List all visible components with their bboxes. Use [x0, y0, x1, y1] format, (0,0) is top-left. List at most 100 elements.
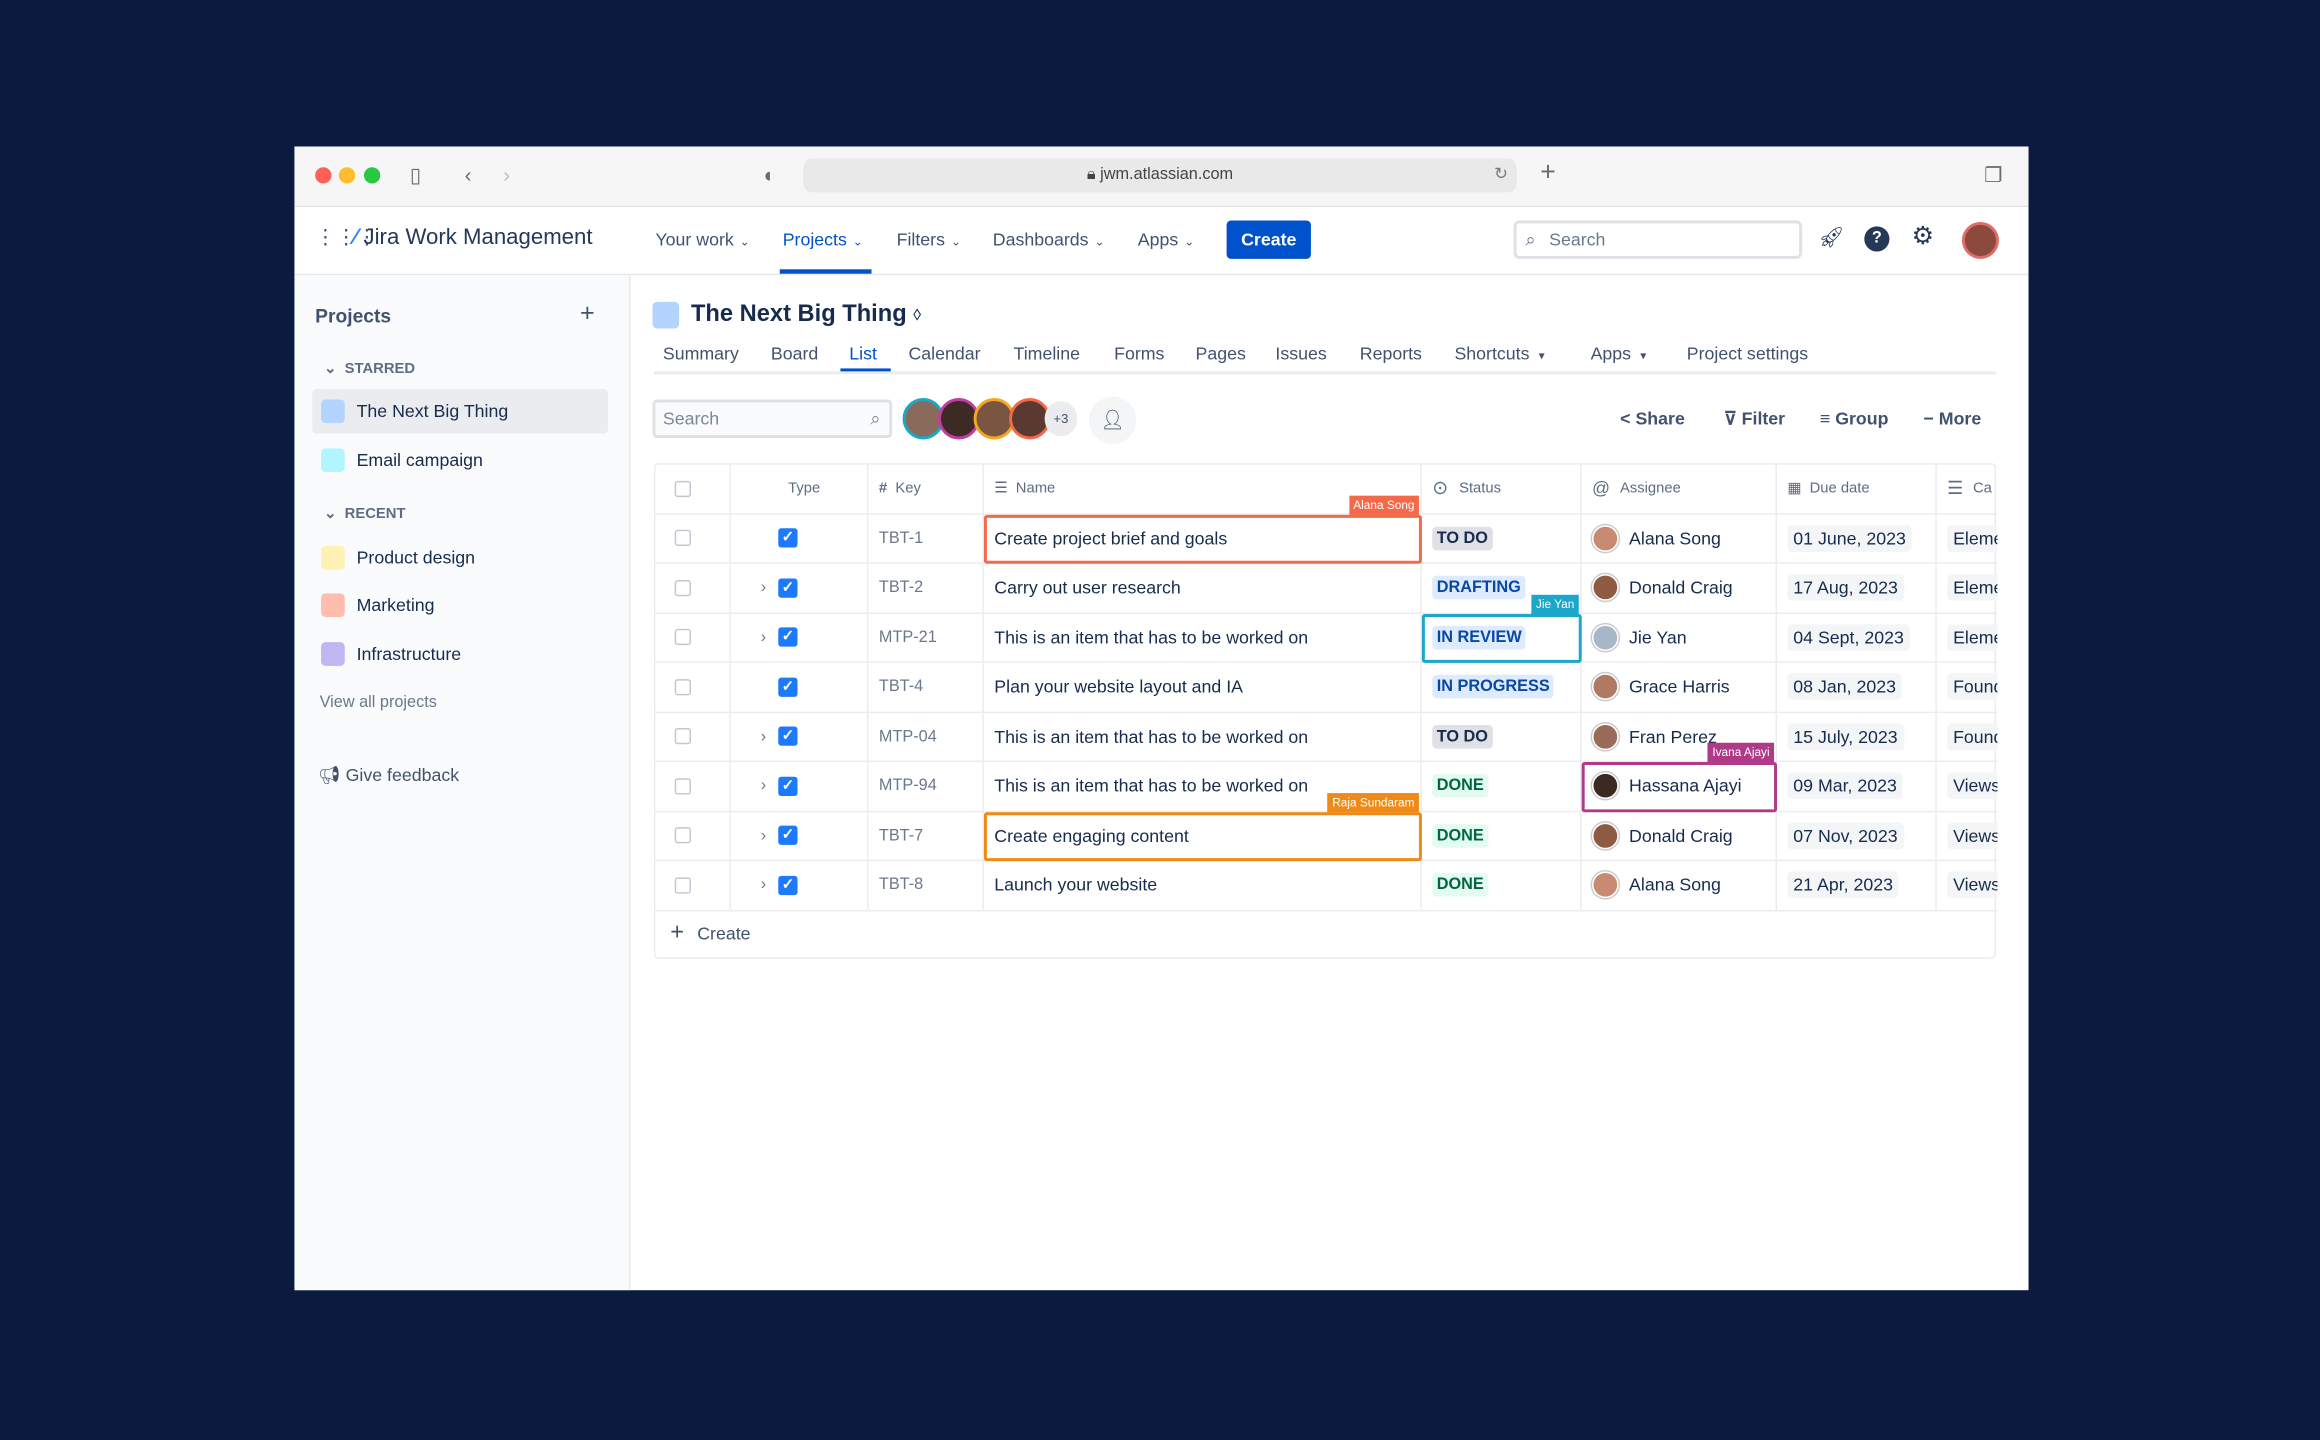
category-value[interactable]: Found — [1947, 673, 1998, 701]
assignee-cell[interactable]: Hassana Ajayi — [1582, 761, 1777, 811]
assignee-cell[interactable]: Jie Yan — [1582, 613, 1777, 662]
issue-name[interactable]: Plan your website layout and IA — [984, 662, 1422, 711]
status-lozenge[interactable]: TO DO — [1432, 526, 1493, 551]
tab-timeline[interactable]: Timeline — [1014, 343, 1080, 364]
table-row[interactable]: ✓ TBT-1 Create project brief and goals T… — [655, 514, 1998, 564]
issue-name[interactable]: Create engaging content — [984, 811, 1422, 860]
more-button[interactable]: − More — [1923, 408, 1981, 429]
assignee-cell[interactable]: Alana Song — [1582, 514, 1777, 563]
new-tab-icon[interactable]: + — [1540, 157, 1556, 188]
maximize-window-button[interactable] — [363, 167, 381, 184]
assignee-cell[interactable]: Donald Craig — [1582, 811, 1777, 860]
due-date[interactable]: 08 Jan, 2023 — [1787, 673, 1902, 701]
nav-filters[interactable]: Filters ⌄ — [897, 229, 961, 250]
sidebar-item-product-design[interactable]: Product design — [312, 536, 608, 580]
category-value[interactable]: Views — [1947, 822, 1998, 849]
expand-chevron-icon[interactable]: › — [749, 628, 779, 646]
create-button[interactable]: Create — [1226, 220, 1311, 259]
nav-your-work[interactable]: Your work ⌄ — [655, 229, 749, 250]
row-checkbox[interactable] — [674, 530, 691, 547]
row-checkbox[interactable] — [674, 728, 691, 745]
tab-issues[interactable]: Issues — [1275, 343, 1326, 364]
tab-summary[interactable]: Summary — [663, 343, 739, 364]
status-lozenge[interactable]: TO DO — [1432, 724, 1493, 749]
tab-calendar[interactable]: Calendar — [908, 343, 980, 364]
issue-key[interactable]: TBT-7 — [869, 811, 984, 860]
status-lozenge[interactable]: DONE — [1432, 823, 1489, 848]
table-row[interactable]: › ✓ MTP-04 This is an item that has to be… — [655, 712, 1998, 762]
status-lozenge[interactable]: DONE — [1432, 873, 1489, 898]
nav-projects[interactable]: Projects ⌄ — [783, 229, 863, 250]
header-key[interactable]: # Key — [869, 464, 984, 513]
settings-icon[interactable]: ⚙ — [1912, 222, 1935, 252]
issue-key[interactable]: TBT-4 — [869, 662, 984, 711]
header-type[interactable]: Type — [731, 464, 869, 513]
list-search-input[interactable]: Search ⌕ — [652, 399, 893, 438]
sidebar-item-infrastructure[interactable]: Infrastructure — [312, 632, 608, 676]
status-lozenge[interactable]: DONE — [1432, 774, 1489, 798]
tab-board[interactable]: Board — [771, 343, 818, 364]
issue-key[interactable]: MTP-94 — [869, 761, 984, 811]
issue-name[interactable]: This is an item that has to be worked on — [984, 712, 1422, 761]
tab-reports[interactable]: Reports — [1360, 343, 1422, 364]
shield-icon[interactable]: ◐ — [763, 163, 776, 187]
sidebar-item-the-next-big-thing[interactable]: The Next Big Thing — [312, 389, 609, 434]
table-row[interactable]: › ✓ MTP-21 This is an item that has to be… — [655, 613, 1998, 663]
issue-key[interactable]: TBT-1 — [869, 514, 984, 563]
header-assignee[interactable]: @ Assignee — [1582, 464, 1777, 513]
row-checkbox[interactable] — [674, 777, 691, 795]
row-checkbox[interactable] — [674, 629, 691, 646]
recent-section[interactable]: ⌄ RECENT — [324, 506, 405, 522]
due-date[interactable]: 07 Nov, 2023 — [1787, 822, 1904, 849]
expand-chevron-icon[interactable]: › — [749, 579, 779, 597]
profile-avatar[interactable] — [1961, 221, 1999, 259]
nav-dashboards[interactable]: Dashboards ⌄ — [993, 229, 1105, 250]
expand-chevron-icon[interactable]: › — [749, 876, 779, 894]
row-checkbox[interactable] — [674, 678, 691, 696]
issue-name[interactable]: Carry out user research — [984, 563, 1422, 612]
issue-key[interactable]: MTP-21 — [869, 613, 984, 662]
issue-name[interactable]: Launch your website — [984, 861, 1422, 910]
create-issue-button[interactable]: + Create — [670, 920, 750, 947]
header-category[interactable]: ☰ Ca — [1937, 465, 1998, 513]
table-row[interactable]: ✓ TBT-4 Plan your website layout and IA … — [655, 662, 1998, 713]
close-window-button[interactable] — [315, 167, 332, 184]
issue-key[interactable]: MTP-04 — [869, 712, 984, 761]
tab-list[interactable]: List — [849, 343, 877, 364]
view-all-projects-link[interactable]: View all projects — [320, 694, 437, 712]
assignee-cell[interactable]: Grace Harris — [1582, 662, 1777, 711]
issue-key[interactable]: TBT-2 — [869, 563, 984, 612]
header-status[interactable]: ⊙ Status — [1422, 464, 1582, 513]
add-project-icon[interactable]: + — [580, 299, 595, 329]
back-icon[interactable]: ‹ — [465, 163, 472, 187]
due-date[interactable]: 15 July, 2023 — [1787, 723, 1904, 750]
notifications-icon[interactable]: 🚀︎ — [1818, 225, 1844, 250]
brand-logo[interactable]: ⁄ Jira Work Management — [354, 225, 593, 250]
table-row[interactable]: › ✓ TBT-2 Carry out user research DRAFTIN… — [655, 563, 1998, 614]
assignee-cell[interactable]: Alana Song — [1582, 861, 1777, 910]
due-date[interactable]: 21 Apr, 2023 — [1787, 871, 1899, 899]
header-due-date[interactable]: ▦ Due date — [1777, 464, 1937, 513]
expand-chevron-icon[interactable]: › — [749, 777, 779, 795]
status-lozenge[interactable]: IN PROGRESS — [1432, 675, 1555, 699]
share-button[interactable]: < Share — [1620, 408, 1685, 429]
table-row[interactable]: › ✓ TBT-8 Launch your website DONE Alana … — [655, 861, 1998, 911]
tab-shortcuts[interactable]: Shortcuts ▾ — [1454, 343, 1544, 364]
row-checkbox[interactable] — [674, 579, 691, 596]
give-feedback-link[interactable]: 📢︎ Give feedback — [318, 765, 459, 786]
table-row[interactable]: › ✓ TBT-7 Create engaging content DONE Do… — [655, 811, 1998, 862]
category-value[interactable]: Eleme — [1947, 574, 1998, 602]
status-lozenge[interactable]: IN REVIEW — [1432, 625, 1527, 650]
expand-chevron-icon[interactable]: › — [749, 827, 779, 845]
more-members-count[interactable]: +3 — [1044, 400, 1078, 437]
tab-project-settings[interactable]: Project settings — [1687, 343, 1808, 364]
issue-name[interactable]: Create project brief and goals — [984, 514, 1422, 563]
row-checkbox[interactable] — [674, 827, 691, 844]
sidebar-item-marketing[interactable]: Marketing — [312, 583, 608, 627]
forward-icon[interactable]: › — [503, 163, 510, 187]
assignee-cell[interactable]: Donald Craig — [1582, 563, 1777, 612]
due-date[interactable]: 17 Aug, 2023 — [1787, 574, 1904, 602]
issue-name[interactable]: This is an item that has to be worked on — [984, 613, 1422, 662]
category-value[interactable]: Views — [1947, 871, 1998, 899]
tabs-overview-icon[interactable]: ❐ — [1984, 163, 2003, 188]
